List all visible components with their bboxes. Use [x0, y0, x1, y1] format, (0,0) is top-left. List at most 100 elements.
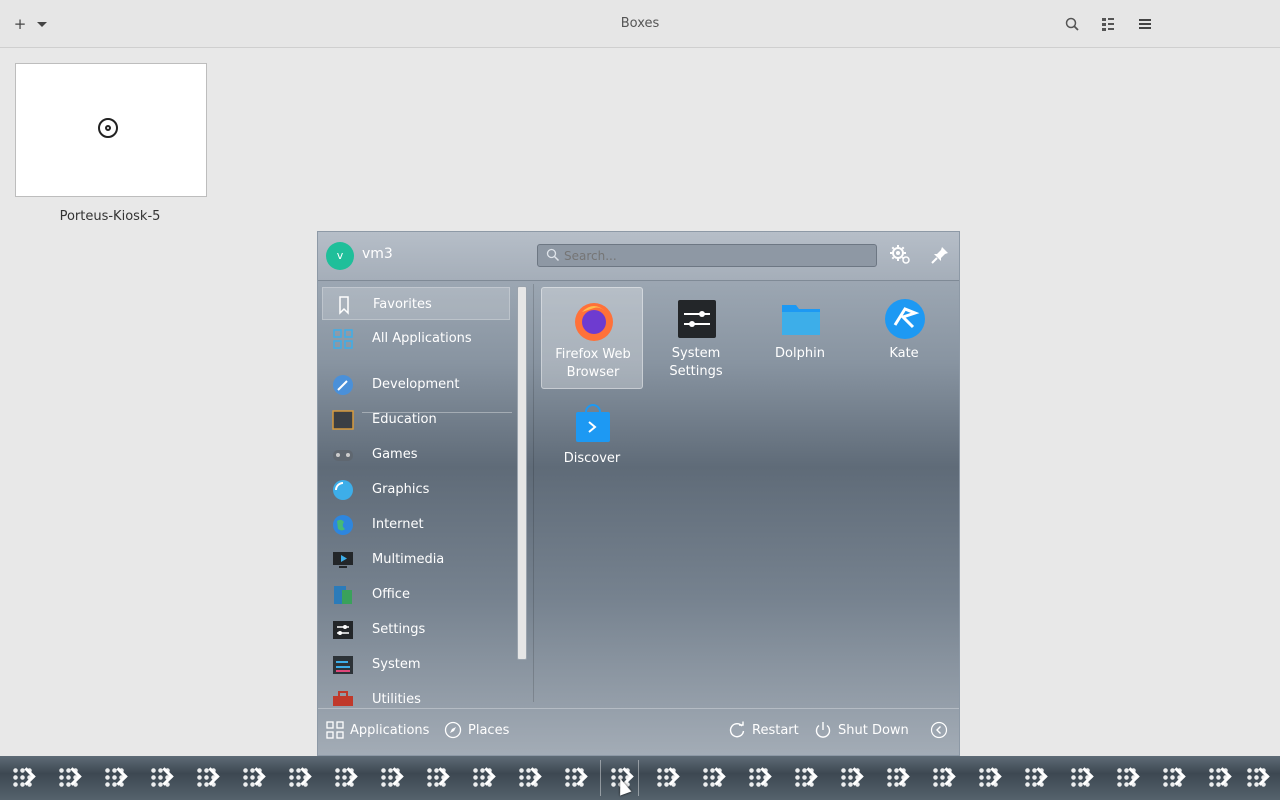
sidebar-item-system[interactable]: System: [322, 648, 510, 681]
taskbar-tile[interactable]: [276, 756, 322, 800]
taskbar-tile[interactable]: [690, 756, 736, 800]
taskbar-tile[interactable]: [552, 756, 598, 800]
bookmark-icon: [339, 296, 349, 315]
search-input[interactable]: [537, 244, 877, 267]
taskbar-tile[interactable]: [506, 756, 552, 800]
system-icon: [333, 656, 353, 674]
app-firefox[interactable]: Firefox Web Browser: [541, 287, 643, 389]
system-settings-icon: [678, 300, 716, 338]
disc-icon: [98, 118, 118, 138]
sidebar-item-development[interactable]: Development: [322, 368, 510, 401]
sidebar-item-multimedia[interactable]: Multimedia: [322, 543, 510, 576]
sidebar-item-graphics[interactable]: Graphics: [322, 473, 510, 506]
taskbar-tile[interactable]: [184, 756, 230, 800]
panel-divider: [533, 284, 534, 702]
vm-name: Porteus-Kiosk-5: [59, 209, 161, 224]
taskbar-tile[interactable]: [1058, 756, 1104, 800]
office-icon: [334, 586, 352, 604]
taskbar-tile[interactable]: [1150, 756, 1196, 800]
sidebar-item-label: Favorites: [373, 297, 432, 312]
sidebar-item-label: Development: [372, 377, 460, 392]
configure-icon[interactable]: [888, 243, 912, 267]
hamburger-icon: [1139, 19, 1151, 29]
restart-icon: [729, 721, 745, 738]
app-label: Firefox Web Browser: [555, 347, 631, 380]
taskbar-tile[interactable]: [230, 756, 276, 800]
taskbar-tile[interactable]: [1012, 756, 1058, 800]
discover-icon: [576, 404, 610, 442]
sidebar-item-label: Games: [372, 447, 418, 462]
sidebar-item-label: Utilities: [372, 692, 421, 706]
app-label: Kate: [889, 346, 919, 361]
sidebar-item-all-applications[interactable]: All Applications: [322, 322, 510, 355]
sidebar-item-label: Office: [372, 587, 410, 602]
taskbar-tile[interactable]: [1104, 756, 1150, 800]
window-title: Boxes: [620, 16, 660, 31]
toolbox-icon: [333, 691, 353, 706]
taskbar-tile[interactable]: [920, 756, 966, 800]
sidebar-item-internet[interactable]: Internet: [322, 508, 510, 541]
sidebar-item-education[interactable]: Education: [322, 403, 510, 436]
power-icon: [815, 722, 831, 738]
application-launcher: v vm3 Favorites All Applications Develop…: [317, 231, 960, 756]
header-bar: + Boxes: [0, 0, 1280, 48]
grid-icon: [333, 329, 353, 349]
sidebar-item-label: Graphics: [372, 482, 430, 497]
sidebar-item-label: Internet: [372, 517, 424, 532]
kate-icon: [885, 299, 925, 339]
taskbar-tile[interactable]: [460, 756, 506, 800]
grid-icon: [326, 721, 344, 739]
taskbar-tile[interactable]: [828, 756, 874, 800]
sidebar-item-games[interactable]: Games: [322, 438, 510, 471]
list-view-icon: [1102, 18, 1114, 31]
sidebar-scrollbar[interactable]: [517, 286, 527, 660]
search-button[interactable]: [1063, 12, 1081, 36]
tab-label: Places: [468, 723, 510, 738]
taskbar-tile[interactable]: [46, 756, 92, 800]
pin-icon[interactable]: [928, 243, 952, 267]
education-icon: [332, 410, 354, 430]
taskbar: [0, 756, 1280, 800]
chevron-left-icon: [930, 721, 948, 739]
sidebar-item-utilities[interactable]: Utilities: [322, 683, 510, 706]
taskbar-tile[interactable]: [92, 756, 138, 800]
launcher-footer: Applications Places Restart Shut Down: [318, 708, 959, 756]
vm-thumbnail[interactable]: [15, 63, 207, 197]
settings-icon: [333, 621, 353, 639]
sidebar-item-office[interactable]: Office: [322, 578, 510, 611]
app-label: Dolphin: [775, 346, 825, 361]
multimedia-icon: [333, 552, 353, 568]
launcher-header: v vm3: [318, 232, 959, 281]
taskbar-tile[interactable]: [1234, 756, 1280, 800]
tab-label: Applications: [350, 723, 430, 738]
search-icon: [1065, 17, 1079, 31]
taskbar-tile[interactable]: [414, 756, 460, 800]
taskbar-tile[interactable]: [138, 756, 184, 800]
taskbar-tile[interactable]: [644, 756, 690, 800]
main-menu-button[interactable]: [1136, 12, 1154, 36]
taskbar-tile[interactable]: [874, 756, 920, 800]
sidebar-item-label: System: [372, 657, 421, 672]
sidebar-item-label: Settings: [372, 622, 426, 637]
taskbar-launcher-tile[interactable]: [0, 756, 46, 800]
view-toggle-button[interactable]: [1099, 12, 1117, 36]
development-icon: [333, 375, 353, 395]
graphics-icon: [333, 480, 353, 500]
avatar[interactable]: v: [326, 242, 354, 270]
taskbar-tile[interactable]: [736, 756, 782, 800]
restart-label: Restart: [752, 723, 799, 738]
compass-icon: [444, 721, 462, 739]
taskbar-tile[interactable]: [368, 756, 414, 800]
app-discover[interactable]: Discover: [541, 392, 643, 494]
app-kate[interactable]: Kate: [853, 287, 955, 389]
taskbar-tile[interactable]: [782, 756, 828, 800]
sidebar-item-favorites[interactable]: Favorites: [322, 287, 510, 320]
app-dolphin[interactable]: Dolphin: [749, 287, 851, 389]
taskbar-divider: [638, 760, 639, 796]
taskbar-tile[interactable]: [322, 756, 368, 800]
app-system-settings[interactable]: System Settings: [645, 287, 747, 389]
app-label: System Settings: [669, 346, 723, 379]
sidebar-item-settings[interactable]: Settings: [322, 613, 510, 646]
taskbar-tile[interactable]: [966, 756, 1012, 800]
gamepad-icon: [333, 450, 353, 461]
